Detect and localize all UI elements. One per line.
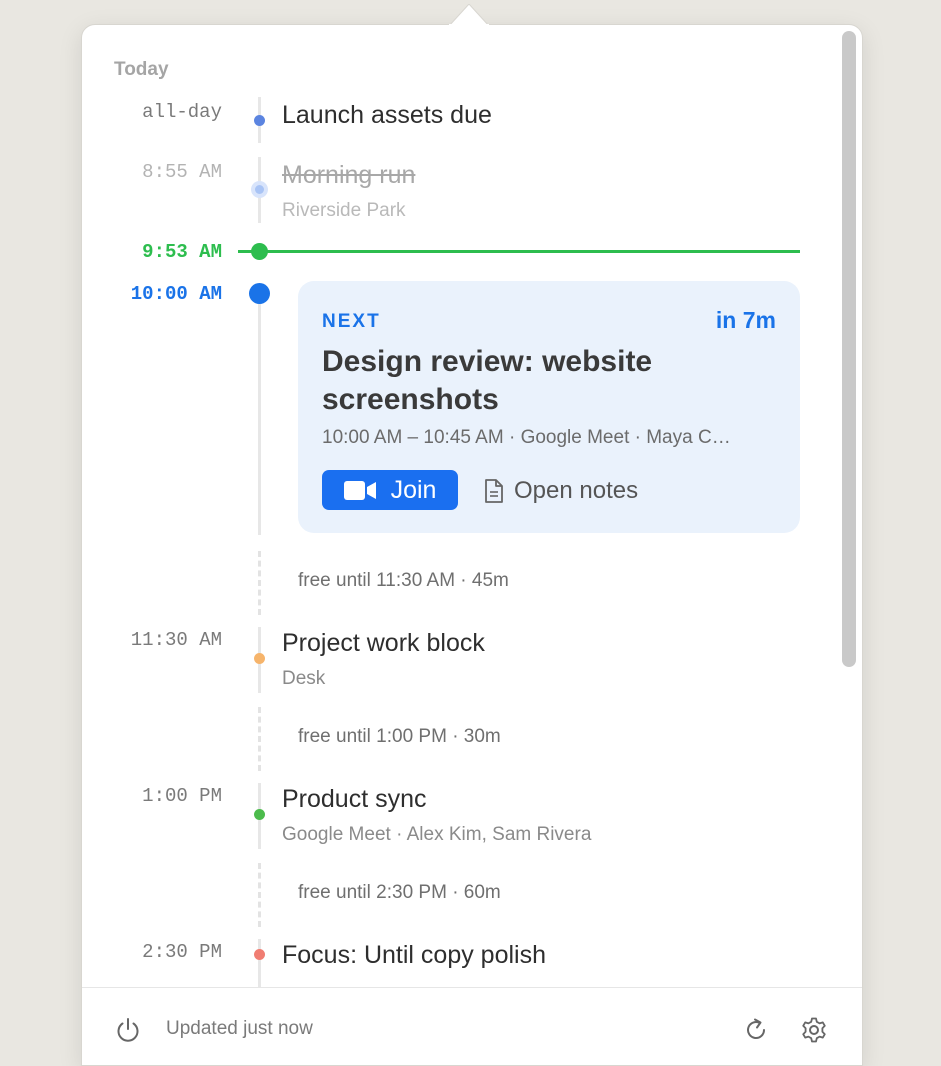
event-dot bbox=[254, 949, 265, 960]
event-title[interactable]: Project work block bbox=[282, 629, 485, 658]
section-label-today: Today bbox=[114, 59, 169, 80]
update-status: Updated just now bbox=[166, 1018, 313, 1039]
popover-arrow bbox=[449, 4, 489, 26]
event-time: 2:30 PM bbox=[142, 941, 222, 963]
next-event-title[interactable]: Design review: website screenshots bbox=[322, 343, 762, 419]
next-event-card[interactable]: NEXT in 7m Design review: website screen… bbox=[298, 281, 800, 533]
event-title[interactable]: Product sync bbox=[282, 785, 427, 814]
join-button[interactable]: Join bbox=[322, 470, 458, 510]
timeline-rail bbox=[258, 295, 261, 535]
event-subtitle: Desk bbox=[282, 668, 326, 689]
join-label: Join bbox=[390, 475, 437, 504]
event-subtitle: Riverside Park bbox=[282, 200, 406, 221]
next-event-time: 10:00 AM bbox=[130, 283, 222, 305]
event-title[interactable]: Launch assets due bbox=[282, 101, 492, 130]
free-slot: free until 2:30 PM · 60m bbox=[298, 882, 501, 903]
event-subtitle: Google Meet · Alex Kim, Sam Rivera bbox=[282, 824, 592, 845]
free-slot: free until 11:30 AM · 45m bbox=[298, 570, 509, 591]
timeline-rail-gap bbox=[258, 707, 261, 771]
timeline-rail-gap bbox=[258, 551, 261, 615]
event-title[interactable]: Focus: Until copy polish bbox=[282, 941, 546, 970]
next-eta: in 7m bbox=[715, 307, 776, 333]
event-dot bbox=[254, 115, 265, 126]
footer-bar: Updated just now bbox=[82, 987, 862, 1065]
event-dot bbox=[254, 809, 265, 820]
event-dot bbox=[255, 185, 264, 194]
event-time: 1:00 PM bbox=[142, 785, 222, 807]
next-label: NEXT bbox=[322, 311, 381, 332]
event-title[interactable]: Morning run bbox=[282, 161, 415, 190]
next-event-meta: 10:00 AM – 10:45 AM · Google Meet · Maya… bbox=[322, 427, 731, 448]
now-dot bbox=[251, 243, 268, 260]
event-time: 8:55 AM bbox=[142, 161, 222, 183]
document-icon bbox=[485, 479, 503, 503]
open-notes-button[interactable]: Open notes bbox=[484, 472, 638, 510]
scrollbar[interactable] bbox=[842, 31, 856, 667]
timeline-rail-gap bbox=[258, 863, 261, 927]
event-time: 11:30 AM bbox=[130, 629, 222, 651]
video-camera-icon bbox=[343, 480, 376, 500]
event-time: all-day bbox=[142, 101, 222, 123]
open-notes-label: Open notes bbox=[514, 477, 639, 504]
event-dot bbox=[254, 653, 265, 664]
now-line bbox=[238, 250, 800, 253]
timeline-rail bbox=[258, 939, 261, 987]
free-slot: free until 1:00 PM · 30m bbox=[298, 726, 501, 747]
next-event-dot bbox=[249, 283, 270, 304]
now-time: 9:53 AM bbox=[142, 241, 222, 263]
agenda-popover: Today all-day Launch assets due 8:55 AM … bbox=[81, 24, 863, 1066]
